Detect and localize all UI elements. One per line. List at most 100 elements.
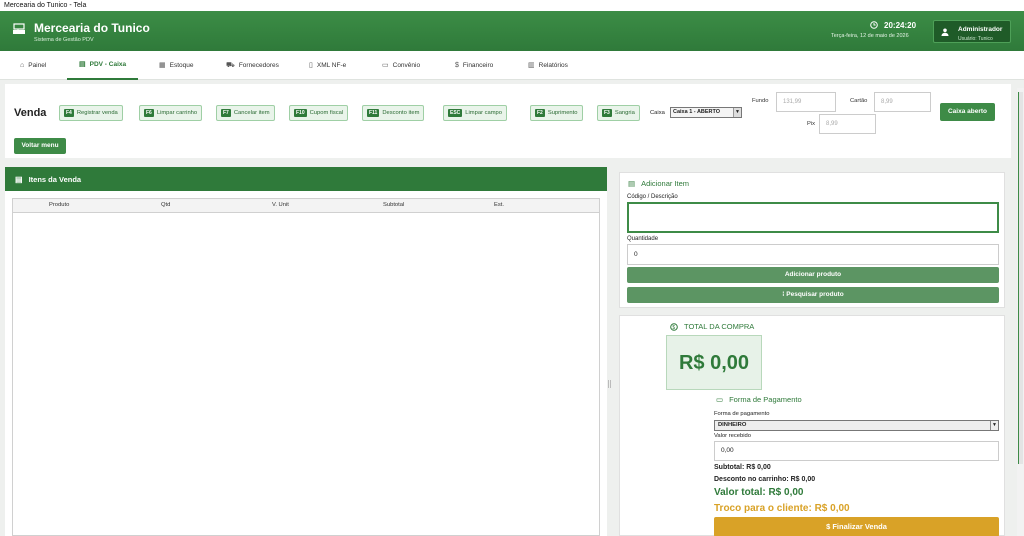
tab-fornecedores[interactable]: ⛟ Fornecedores xyxy=(226,51,279,80)
total-title-text: TOTAL DA COMPRA xyxy=(684,322,755,331)
search-product-label: Pesquisar produto xyxy=(786,291,844,298)
sangria-button[interactable]: F3 Sangria xyxy=(597,105,640,121)
chevron-down-icon: ▼ xyxy=(733,108,741,117)
box-icon: ▦ xyxy=(159,62,166,69)
splitter-handle[interactable] xyxy=(608,380,611,388)
pix-label: Pix xyxy=(807,121,816,127)
discount-text: Desconto no carrinho: R$ 0,00 xyxy=(714,476,816,483)
voltar-menu-button[interactable]: Voltar menu xyxy=(14,138,66,154)
chevron-down-icon: ▼ xyxy=(990,421,998,430)
cart-icon: ▤ xyxy=(628,179,636,188)
tab-label: PDV - Caixa xyxy=(89,61,127,68)
scrollbar-thumb[interactable] xyxy=(1018,92,1023,464)
items-title: Itens da Venda xyxy=(28,174,82,184)
column-qtd[interactable]: Qtd xyxy=(161,202,170,208)
register-icon: ▤ xyxy=(79,61,86,68)
troco-text: Troco para o cliente: R$ 0,00 xyxy=(714,503,850,514)
table-header: Produto Qtd V. Unit Subtotal Est. xyxy=(13,199,599,213)
payment-selected: DINHEIRO xyxy=(718,422,747,428)
limpar-campo-button[interactable]: ESC Limpar campo xyxy=(443,105,508,121)
quantity-input[interactable]: 0 xyxy=(627,244,999,265)
main-tabs: ⌂ Painel ▤ PDV - Caixa ▦ Estoque ⛟ Fornecedo… xyxy=(0,51,1024,80)
clock-icon xyxy=(870,21,878,29)
add-item-title-text: Adicionar Item xyxy=(641,179,690,188)
cartao-label: Cartão xyxy=(850,98,868,104)
cancelar-item-button[interactable]: F7 Cancelar item xyxy=(216,105,275,121)
tab-xml-nfe[interactable]: ▯ XML NF-e xyxy=(309,51,346,80)
window-titlebar: Mercearia do Tunico - Tela xyxy=(0,0,1024,11)
user-role: Usuário: Tunico xyxy=(958,36,993,42)
button-label: Suprimento xyxy=(547,110,578,116)
tab-financeiro[interactable]: $ Financeiro xyxy=(455,51,493,80)
code-label: Código / Descrição xyxy=(627,194,678,200)
caixa-select[interactable]: Caixa 1 - ABERTO ▼ xyxy=(670,107,742,118)
tab-pdv-caixa[interactable]: ▤ PDV - Caixa xyxy=(67,51,139,80)
fundo-field: 131,99 xyxy=(776,92,836,112)
search-product-button[interactable]: ⁞ Pesquisar produto xyxy=(627,287,999,303)
app-header: Mercearia do Tunico Sistema de Gestão PD… xyxy=(0,11,1024,51)
column-est[interactable]: Est. xyxy=(494,202,504,208)
tab-label: Financeiro xyxy=(462,62,494,69)
button-label: Registrar venda xyxy=(76,110,118,116)
cartao-field: 8,99 xyxy=(874,92,931,112)
tab-estoque[interactable]: ▦ Estoque xyxy=(159,51,193,80)
current-date: Terça-feira, 12 de maio de 2026 xyxy=(831,33,909,39)
shortcut-key: F4 xyxy=(64,109,74,117)
limpar-carrinho-button[interactable]: F6 Limpar carrinho xyxy=(139,105,203,121)
items-table[interactable]: Produto Qtd V. Unit Subtotal Est. xyxy=(12,198,600,536)
column-v-unit[interactable]: V. Unit xyxy=(272,202,289,208)
money-icon: $ xyxy=(455,62,459,69)
card-icon: ▭ xyxy=(716,395,724,404)
tab-relatorios[interactable]: ▥ Relatórios xyxy=(528,51,568,80)
app-subtitle: Sistema de Gestão PDV xyxy=(34,37,94,43)
tab-convenio[interactable]: ▭ Convênio xyxy=(382,51,420,80)
tab-label: Fornecedores xyxy=(238,62,279,69)
fundo-label: Fundo xyxy=(752,98,769,104)
sale-toolbar: Venda F4 Registrar venda F6 Limpar carrinh… xyxy=(5,84,1011,158)
user-name: Administrador xyxy=(958,26,1003,33)
shortcut-key: F11 xyxy=(367,109,380,117)
tab-label: Painel xyxy=(28,62,47,69)
tab-label: Convênio xyxy=(392,62,421,69)
shortcut-key: F7 xyxy=(221,109,231,117)
desconto-item-button[interactable]: F11 Desconto item xyxy=(362,105,425,121)
tab-label: XML NF-e xyxy=(316,62,347,69)
column-subtotal[interactable]: Subtotal xyxy=(383,202,404,208)
cupom-fiscal-button[interactable]: F10 Cupom fiscal xyxy=(289,105,349,121)
add-item-panel: ▤ Adicionar Item Código / Descrição Quan… xyxy=(619,172,1005,308)
finalize-sale-button[interactable]: $ Finalizar Venda xyxy=(714,517,999,536)
money-icon: $ xyxy=(670,322,678,331)
add-product-button[interactable]: Adicionar produto xyxy=(627,267,999,283)
list-icon: ▤ xyxy=(15,174,23,184)
code-input[interactable] xyxy=(627,202,999,233)
svg-text:$: $ xyxy=(672,325,675,331)
user-menu[interactable]: Administrador Usuário: Tunico xyxy=(933,20,1011,43)
valor-total-text: Valor total: R$ 0,00 xyxy=(714,487,804,498)
caixa-selected: Caixa 1 - ABERTO xyxy=(673,109,721,115)
shortcut-key: ESC xyxy=(448,109,463,117)
app-title: Mercearia do Tunico xyxy=(34,21,150,35)
total-title: $ TOTAL DA COMPRA xyxy=(670,322,754,331)
payment-select[interactable]: DINHEIRO ▼ xyxy=(714,420,999,431)
caixa-aberto-button[interactable]: Caixa aberto xyxy=(940,103,995,121)
register-icon xyxy=(13,23,25,34)
column-produto[interactable]: Produto xyxy=(49,202,69,208)
truck-icon: ⛟ xyxy=(226,62,235,69)
items-panel: ▤ Itens da Venda Produto Qtd V. Unit Sub… xyxy=(5,167,607,536)
items-header: ▤ Itens da Venda xyxy=(5,167,607,191)
dashboard-icon: ⌂ xyxy=(20,62,25,69)
total-amount: R$ 0,00 xyxy=(666,335,762,390)
qty-label: Quantidade xyxy=(627,236,659,242)
caixa-label: Caixa xyxy=(650,110,665,116)
tab-painel[interactable]: ⌂ Painel xyxy=(20,51,46,80)
button-label: Cancelar item xyxy=(233,110,270,116)
registrar-venda-button[interactable]: F4 Registrar venda xyxy=(59,105,123,121)
vertical-scrollbar[interactable] xyxy=(1017,88,1024,536)
add-item-title: ▤ Adicionar Item xyxy=(628,179,689,188)
total-panel: $ TOTAL DA COMPRA R$ 0,00 ▭ Forma de Pag… xyxy=(619,315,1005,536)
button-label: Desconto item xyxy=(382,110,420,116)
received-input[interactable]: 0,00 xyxy=(714,441,999,461)
suprimento-button[interactable]: F2 Suprimento xyxy=(530,105,583,121)
card-icon: ▭ xyxy=(382,62,389,69)
payment-title: ▭ Forma de Pagamento xyxy=(716,395,802,404)
